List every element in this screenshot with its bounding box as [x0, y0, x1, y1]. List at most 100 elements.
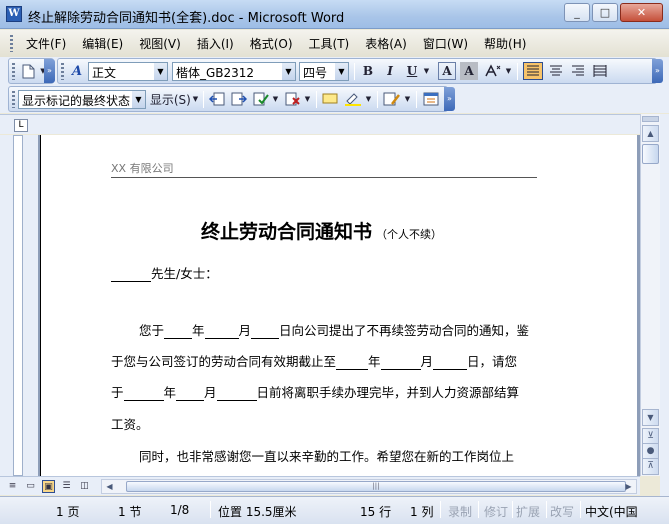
status-page: 1 页: [56, 505, 80, 519]
dropdown-arrow-icon[interactable]: ▼: [154, 63, 167, 80]
window-right-edge: [660, 114, 669, 524]
status-bar: 1 页 1 节 1/8 位置 15.5厘米 15 行 1 列 录制 修订 扩展 …: [0, 496, 669, 524]
menu-table[interactable]: 表格(A): [357, 35, 415, 52]
title-note: （个人不续）: [376, 228, 443, 241]
highlight-icon[interactable]: [342, 90, 364, 108]
dropdown-arrow-icon[interactable]: ▼: [271, 90, 280, 108]
year-blank: [164, 325, 193, 339]
normal-view-icon[interactable]: ≡: [6, 480, 19, 493]
body-text: 于您与公司签订的劳动合同有效期截止至: [111, 354, 337, 369]
dropdown-arrow-icon[interactable]: ▼: [335, 63, 348, 80]
show-menu-button[interactable]: 显示(S) ▼: [149, 90, 199, 108]
formatting-toolbar: A 正文 ▼ 楷体_GB2312 ▼ 四号 ▼ B I U ▼ A A ▼: [57, 58, 657, 84]
menu-edit[interactable]: 编辑(E): [74, 35, 131, 52]
toolbar-grip[interactable]: [12, 91, 15, 108]
dropdown-arrow-icon[interactable]: ▼: [504, 62, 513, 80]
next-page-button[interactable]: ⊼: [642, 458, 659, 475]
insert-comment-icon[interactable]: [320, 90, 340, 108]
horizontal-scrollbar[interactable]: ◀ ||| ▶: [101, 479, 637, 494]
day-blank: [251, 325, 280, 339]
reject-change-icon[interactable]: [283, 90, 303, 108]
style-combobox[interactable]: 正文 ▼: [88, 62, 168, 81]
print-layout-view-icon[interactable]: ▣: [42, 480, 55, 493]
new-document-icon[interactable]: [19, 62, 37, 80]
day-blank: [216, 387, 257, 401]
scroll-down-button[interactable]: ▼: [642, 409, 659, 426]
toolbar-grip[interactable]: [12, 63, 15, 80]
toolbar-separator: [203, 91, 204, 108]
toolbar-options-chevron-icon[interactable]: »: [444, 87, 455, 111]
character-shading-icon[interactable]: A: [460, 62, 478, 80]
menu-insert[interactable]: 插入(I): [189, 35, 242, 52]
status-track-changes[interactable]: 修订: [484, 503, 508, 520]
character-border-icon[interactable]: A: [438, 62, 456, 80]
status-extend[interactable]: 扩展: [516, 503, 540, 520]
align-right-button[interactable]: [568, 62, 588, 80]
maximize-button[interactable]: □: [592, 3, 618, 22]
minimize-button[interactable]: _: [564, 3, 590, 22]
styles-formatting-icon[interactable]: A: [68, 62, 86, 80]
menu-window[interactable]: 窗口(W): [415, 35, 476, 52]
status-separator: [440, 501, 441, 518]
dropdown-arrow-icon[interactable]: ▼: [132, 91, 145, 108]
close-button[interactable]: ✕: [620, 3, 663, 22]
underline-button[interactable]: U: [402, 62, 422, 80]
menu-file[interactable]: 文件(F): [18, 35, 74, 52]
menu-help[interactable]: 帮助(H): [476, 35, 534, 52]
word-doc-icon[interactable]: W: [6, 6, 22, 22]
next-change-icon[interactable]: [229, 90, 249, 108]
dropdown-arrow-icon[interactable]: ▼: [364, 90, 373, 108]
previous-change-icon[interactable]: [207, 90, 227, 108]
toolbar-options-chevron-icon[interactable]: »: [652, 59, 663, 83]
toolbar-grip[interactable]: [61, 63, 64, 80]
menu-view[interactable]: 视图(V): [131, 35, 189, 52]
vertical-ruler[interactable]: [13, 135, 23, 476]
bold-button[interactable]: B: [358, 62, 378, 80]
toolbar-separator: [354, 63, 355, 80]
horizontal-scroll-thumb[interactable]: |||: [126, 481, 626, 492]
font-size-combobox[interactable]: 四号 ▼: [299, 62, 349, 81]
body-text: 日前将离职手续办理完毕，并到人力资源部结算: [256, 385, 520, 400]
asian-layout-icon[interactable]: [482, 62, 504, 80]
web-layout-view-icon[interactable]: ▭: [24, 480, 37, 493]
tab-selector[interactable]: L: [14, 119, 28, 132]
scroll-up-button[interactable]: ▲: [642, 125, 659, 142]
status-overtype[interactable]: 改写: [550, 503, 574, 520]
align-center-button[interactable]: [546, 62, 566, 80]
underline-dropdown-icon[interactable]: ▼: [422, 62, 431, 80]
dropdown-arrow-icon[interactable]: ▼: [403, 90, 412, 108]
status-separator: [546, 501, 547, 518]
display-for-review-combobox[interactable]: 显示标记的最终状态 ▼: [18, 90, 146, 109]
header-company: XX 有限公司: [111, 160, 537, 178]
body-text: 日向公司提出了不再续签劳动合同的通知，鉴: [279, 323, 530, 338]
scroll-left-button[interactable]: ◀: [103, 481, 116, 492]
vertical-scrollbar[interactable]: ▲ ▼ ⊻ ● ⊼: [640, 114, 660, 476]
toolbar-options-chevron-icon[interactable]: »: [44, 59, 55, 83]
reviewing-pane-icon[interactable]: [420, 90, 442, 108]
align-justify-button[interactable]: [523, 62, 543, 80]
font-combobox[interactable]: 楷体_GB2312 ▼: [172, 62, 296, 81]
track-changes-icon[interactable]: [381, 90, 403, 108]
outline-view-icon[interactable]: ☰: [60, 480, 73, 493]
menu-grip[interactable]: [10, 35, 13, 52]
accept-change-icon[interactable]: [251, 90, 271, 108]
body-text: 年: [192, 323, 205, 338]
dropdown-arrow-icon[interactable]: ▼: [282, 63, 295, 80]
scroll-thumb[interactable]: [642, 144, 659, 164]
scroll-right-button[interactable]: ▶: [622, 481, 635, 492]
toolbar-separator: [517, 63, 518, 80]
dropdown-arrow-icon[interactable]: ▼: [303, 90, 312, 108]
status-record[interactable]: 录制: [448, 503, 472, 520]
status-separator: [478, 501, 479, 518]
distributed-align-button[interactable]: [590, 62, 610, 80]
font-size-value: 四号: [303, 66, 328, 80]
toolbar-separator: [416, 91, 417, 108]
menu-format[interactable]: 格式(O): [242, 35, 301, 52]
document-page[interactable]: XX 有限公司 终止劳动合同通知书 （个人不续） 先生/女士： 您于年月日向公司提…: [40, 135, 637, 476]
menu-tools[interactable]: 工具(T): [301, 35, 358, 52]
horizontal-ruler[interactable]: L: [0, 114, 669, 134]
italic-button[interactable]: I: [380, 62, 400, 80]
reading-layout-view-icon[interactable]: ◫: [78, 480, 91, 493]
document-title: 终止劳动合同通知书 （个人不续）: [201, 217, 442, 244]
split-box[interactable]: [642, 116, 659, 122]
